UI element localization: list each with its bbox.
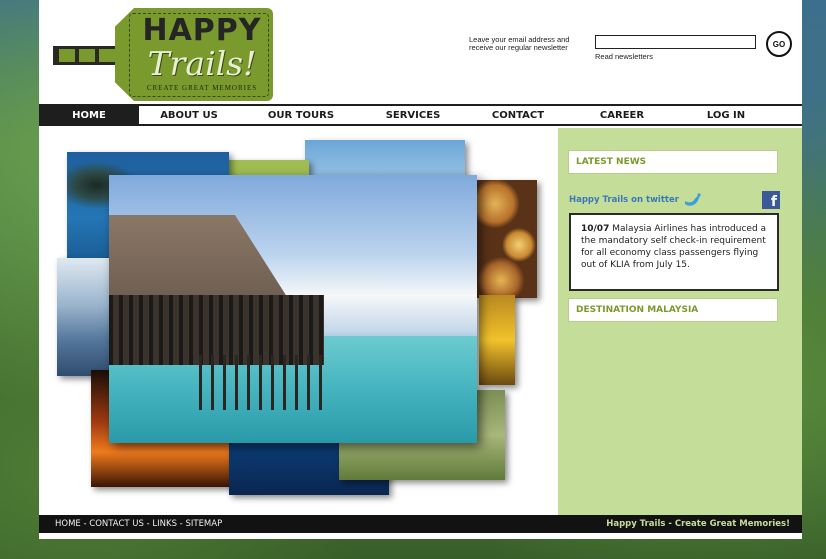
footer-separator: - — [80, 519, 90, 529]
news-text: Malaysia Airlines has introduced a the m… — [581, 224, 767, 270]
footer-link-sitemap[interactable]: SITEMAP — [185, 519, 222, 529]
collage-photo-palm — [305, 140, 465, 180]
read-newsletters-link[interactable]: Read newsletters — [595, 52, 653, 61]
logo-word-trails: Trails! — [147, 44, 257, 83]
collage-photo-fruit — [479, 295, 515, 385]
footer-links: HOME - CONTACT US - LINKS - SITEMAP — [55, 519, 222, 529]
twitter-link[interactable]: Happy Trails on twitter — [569, 195, 679, 205]
newsletter-prompt: Leave your email address and receive our… — [469, 35, 570, 52]
logo-word-happy: HAPPY — [142, 13, 262, 48]
destination-malaysia-heading[interactable]: DESTINATION MALAYSIA — [568, 298, 778, 322]
twitter-row[interactable]: Happy Trails on twitter f — [569, 191, 780, 210]
page: HAPPY Trails! CREATE GREAT MEMORIES Leav… — [39, 0, 802, 539]
go-button[interactable]: GO — [766, 31, 792, 57]
twitter-bird-icon[interactable] — [683, 192, 703, 208]
news-date: 10/07 — [581, 224, 610, 234]
main-nav: HOME ABOUT US OUR TOURS SERVICES CONTACT… — [39, 104, 802, 126]
nav-career[interactable]: CAREER — [573, 106, 671, 124]
newsletter-email-input[interactable] — [595, 35, 756, 49]
logo-tagline: CREATE GREAT MEMORIES — [146, 84, 258, 92]
footer: HOME - CONTACT US - LINKS - SITEMAP Happ… — [39, 515, 802, 533]
nav-home[interactable]: HOME — [39, 106, 139, 124]
facebook-icon[interactable]: f — [762, 191, 780, 209]
latest-news-heading[interactable]: LATEST NEWS — [568, 150, 778, 174]
nav-log-in[interactable]: LOG IN — [671, 106, 781, 124]
luggage-tag-icon — [53, 46, 119, 65]
sidebar: LATEST NEWS Happy Trails on twitter f 10… — [558, 128, 802, 515]
nav-about-us[interactable]: ABOUT US — [139, 106, 239, 124]
resort-pier — [199, 355, 329, 410]
news-item: 10/07 Malaysia Airlines has introduced a… — [569, 213, 779, 291]
footer-link-links[interactable]: LINKS — [152, 519, 177, 529]
collage-photo-dim-sum — [477, 180, 537, 298]
footer-link-contact-us[interactable]: CONTACT US — [89, 519, 144, 529]
nav-services[interactable]: SERVICES — [363, 106, 463, 124]
nav-contact[interactable]: CONTACT — [463, 106, 573, 124]
nav-our-tours[interactable]: OUR TOURS — [239, 106, 363, 124]
collage-photo-mountain — [57, 258, 113, 376]
footer-link-home[interactable]: HOME — [55, 519, 81, 529]
footer-slogan: Happy Trails - Create Great Memories! — [606, 519, 790, 529]
